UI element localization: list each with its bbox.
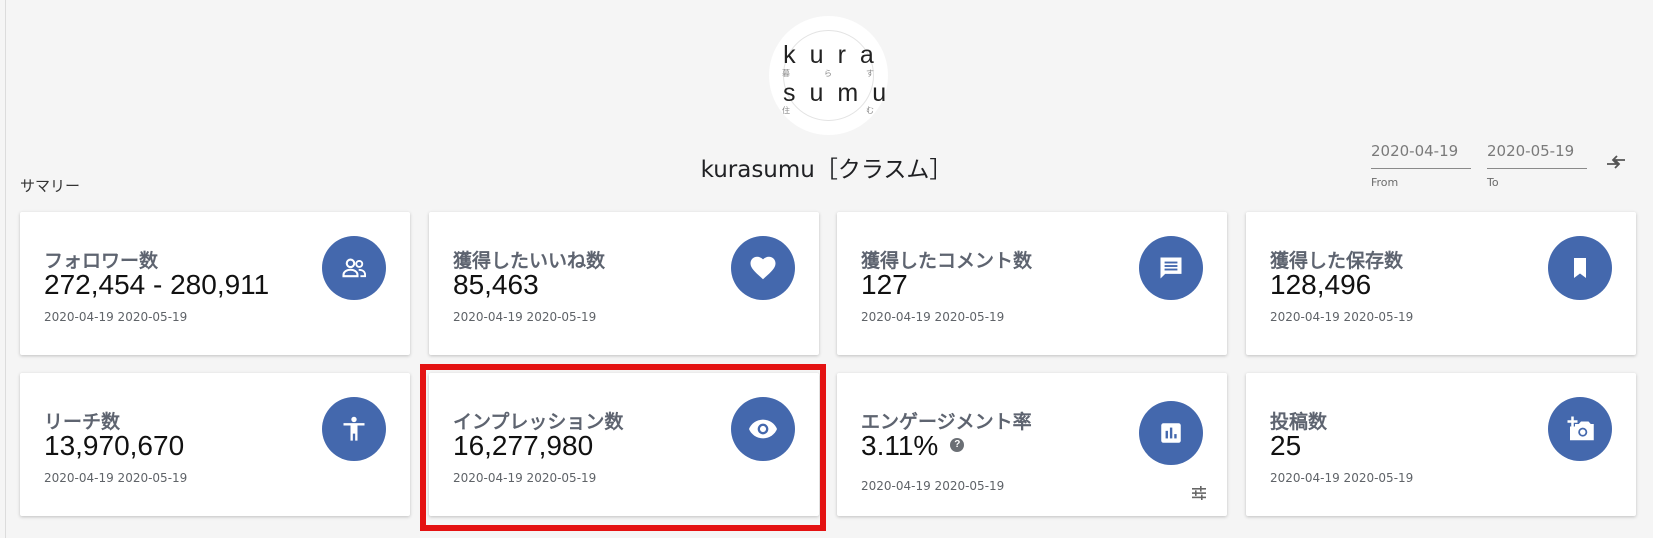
card-engagement-rate: エンゲージメント率 3.11%? 2020-04-19 2020-05-19 bbox=[837, 373, 1227, 516]
logo-small-char: 暮 bbox=[782, 69, 790, 78]
card-value: 13,970,670 bbox=[44, 430, 185, 461]
left-border bbox=[5, 0, 6, 538]
card-date-range: 2020-04-19 2020-05-19 bbox=[453, 471, 597, 485]
date-to-field[interactable]: 2020-05-19 To bbox=[1487, 142, 1587, 189]
bar-chart-icon bbox=[1139, 401, 1203, 465]
card-date-range: 2020-04-19 2020-05-19 bbox=[44, 310, 188, 324]
card-impressions: インプレッション数 16,277,980 2020-04-19 2020-05-… bbox=[429, 373, 819, 516]
account-logo: kura 暮 ら す sumu 住 む bbox=[769, 16, 888, 135]
card-date-range: 2020-04-19 2020-05-19 bbox=[1270, 471, 1414, 485]
logo-small-char: む bbox=[866, 106, 874, 115]
eye-icon bbox=[731, 397, 795, 461]
card-followers: フォロワー数 272,454 - 280,911 2020-04-19 2020… bbox=[20, 212, 410, 355]
comment-icon bbox=[1139, 236, 1203, 300]
date-to-label: To bbox=[1487, 176, 1499, 189]
logo-small-char: す bbox=[866, 69, 874, 78]
logo-small-top: 暮 ら す bbox=[782, 70, 874, 78]
card-value: 3.11% bbox=[861, 430, 939, 461]
card-value: 127 bbox=[861, 269, 908, 300]
card-value: 128,496 bbox=[1270, 269, 1372, 300]
card-saves: 獲得した保存数 128,496 2020-04-19 2020-05-19 bbox=[1246, 212, 1636, 355]
logo-text-top: kura bbox=[783, 41, 888, 69]
card-likes: 獲得したいいね数 85,463 2020-04-19 2020-05-19 bbox=[429, 212, 819, 355]
tune-icon[interactable] bbox=[1191, 486, 1207, 500]
add-photo-icon bbox=[1548, 397, 1612, 461]
date-from-label: From bbox=[1371, 176, 1399, 189]
help-icon[interactable]: ? bbox=[950, 437, 965, 452]
person-icon bbox=[322, 397, 386, 461]
card-value: 16,277,980 bbox=[453, 430, 594, 461]
card-posts: 投稿数 25 2020-04-19 2020-05-19 bbox=[1246, 373, 1636, 516]
summary-heading: サマリー bbox=[20, 177, 81, 195]
card-date-range: 2020-04-19 2020-05-19 bbox=[453, 310, 597, 324]
date-from-field[interactable]: 2020-04-19 From bbox=[1371, 142, 1471, 189]
card-date-range: 2020-04-19 2020-05-19 bbox=[1270, 310, 1414, 324]
swap-icon[interactable] bbox=[1606, 154, 1626, 170]
card-reach: リーチ数 13,970,670 2020-04-19 2020-05-19 bbox=[20, 373, 410, 516]
logo-small-char: ら bbox=[824, 69, 832, 78]
heart-icon bbox=[731, 236, 795, 300]
card-value: 272,454 - 280,911 bbox=[44, 269, 270, 300]
card-value: 85,463 bbox=[453, 269, 539, 300]
card-value: 25 bbox=[1270, 430, 1302, 461]
card-value-row: 3.11%? bbox=[861, 430, 965, 462]
logo-text-bottom: sumu bbox=[783, 79, 901, 107]
logo-small-char: 住 bbox=[782, 106, 790, 115]
bookmark-icon bbox=[1548, 236, 1612, 300]
people-icon bbox=[322, 236, 386, 300]
card-date-range: 2020-04-19 2020-05-19 bbox=[861, 310, 1005, 324]
card-date-range: 2020-04-19 2020-05-19 bbox=[44, 471, 188, 485]
card-date-range: 2020-04-19 2020-05-19 bbox=[861, 479, 1005, 493]
date-from-value[interactable]: 2020-04-19 bbox=[1371, 142, 1471, 169]
date-to-value[interactable]: 2020-05-19 bbox=[1487, 142, 1587, 169]
card-comments: 獲得したコメント数 127 2020-04-19 2020-05-19 bbox=[837, 212, 1227, 355]
logo-small-bottom: 住 む bbox=[782, 107, 874, 115]
